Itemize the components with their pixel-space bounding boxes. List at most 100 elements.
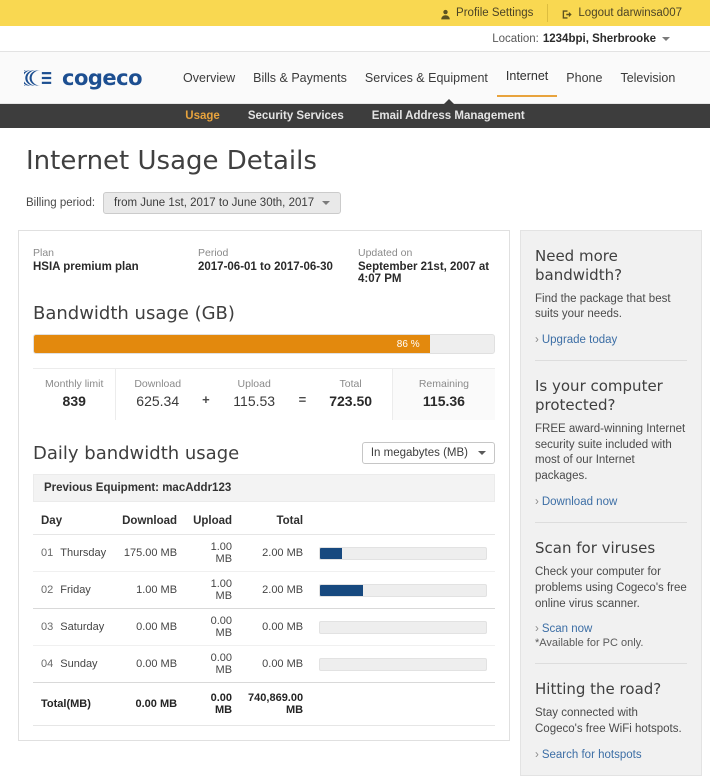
- subnav-item-email-address-management[interactable]: Email Address Management: [358, 110, 539, 122]
- cell-bar: [311, 534, 495, 572]
- cell-day: 02 Friday: [33, 571, 115, 609]
- nav-item-phone[interactable]: Phone: [557, 61, 611, 95]
- chevron-right-icon: ›: [535, 748, 539, 761]
- usage-summary: Plan HSIA premium plan Period 2017-06-01…: [19, 231, 509, 420]
- cogeco-logo-mark: [16, 68, 58, 88]
- unit-select[interactable]: In megabytes (MB): [361, 442, 495, 464]
- billing-period-row: Billing period: from June 1st, 2017 to J…: [26, 192, 710, 214]
- fact-updated: Updated on September 21st, 2007 at 4:07 …: [358, 247, 495, 285]
- cell-download: 175.00 MB: [114, 534, 186, 572]
- usage-bar-track: [319, 583, 487, 597]
- page-title: Internet Usage Details: [26, 146, 317, 176]
- chevron-down-icon: [322, 201, 331, 205]
- period-label: Period: [198, 247, 229, 259]
- promo-link-search-for-hotspots[interactable]: › Search for hotspots: [535, 749, 642, 761]
- content-area: Plan HSIA premium plan Period 2017-06-01…: [0, 214, 710, 776]
- cell-download: 0.00 MB: [114, 608, 186, 646]
- cogeco-logo[interactable]: cogeco: [16, 66, 143, 90]
- table-row: 03 Saturday 0.00 MB 0.00 MB 0.00 MB: [33, 608, 495, 646]
- cell-day: 01 Thursday: [33, 534, 115, 572]
- cell-total-total: 740,869.00 MB: [240, 682, 312, 726]
- promo-body: Check your computer for problems using C…: [535, 565, 687, 610]
- stat-upload: Upload 115.53: [213, 369, 295, 420]
- stat-value: 115.53: [233, 393, 276, 409]
- sub-navigation: Usage Security Services Email Address Ma…: [0, 99, 710, 128]
- nav-item-television[interactable]: Television: [611, 61, 684, 95]
- stat-total: Total 723.50: [309, 369, 393, 420]
- col-day: Day: [33, 508, 115, 535]
- usage-bar-track: [319, 620, 487, 634]
- usage-bar-fill: [320, 547, 342, 559]
- cell-bar-empty: [311, 682, 495, 726]
- table-row: 01 Thursday 175.00 MB 1.00 MB 2.00 MB: [33, 534, 495, 572]
- daily-bandwidth-title: Daily bandwidth usage: [33, 442, 240, 464]
- usage-bar-track: [319, 546, 487, 560]
- table-header-row: Day Download Upload Total: [33, 508, 495, 535]
- promo-link-download-now[interactable]: › Download now: [535, 496, 617, 508]
- bandwidth-progress-label: 86 %: [396, 338, 420, 350]
- promo-title: Need more bandwidth?: [535, 247, 623, 284]
- chevron-down-icon[interactable]: [662, 36, 670, 41]
- nav-item-overview[interactable]: Overview: [174, 61, 244, 95]
- col-upload: Upload: [185, 508, 241, 535]
- cell-download: 0.00 MB: [114, 645, 186, 683]
- chevron-right-icon: ›: [535, 496, 539, 509]
- cell-bar: [311, 645, 495, 683]
- day-name: Saturday: [60, 621, 105, 633]
- cell-total-download: 0.00 MB: [114, 682, 186, 726]
- nav-item-bills-payments[interactable]: Bills & Payments: [244, 61, 356, 95]
- unit-select-value: In megabytes (MB): [370, 447, 468, 459]
- day-number: 01: [41, 547, 54, 559]
- location-value[interactable]: 1234bpi, Sherbrooke: [543, 33, 656, 45]
- cell-upload: 1.00 MB: [185, 534, 241, 572]
- cell-total: 2.00 MB: [240, 534, 312, 572]
- main-navigation: cogeco Overview Bills & Payments Service…: [0, 52, 710, 104]
- promo-link-label: Scan now: [541, 623, 593, 636]
- usage-panel: Plan HSIA premium plan Period 2017-06-01…: [18, 230, 510, 741]
- cell-bar: [311, 571, 495, 609]
- cell-day: 03 Saturday: [33, 608, 115, 646]
- subnav-item-security-services[interactable]: Security Services: [234, 110, 358, 122]
- billing-period-value: from June 1st, 2017 to June 30th, 2017: [114, 197, 315, 209]
- usage-stats-row: Monthly limit 839 Download 625.34 + Uplo…: [33, 368, 495, 420]
- cell-total-label: Total(MB): [33, 682, 115, 726]
- subnav-item-usage[interactable]: Usage: [171, 110, 234, 122]
- promo-link-label: Download now: [541, 496, 618, 509]
- usage-bar-fill: [320, 584, 364, 596]
- promo-link-upgrade-today[interactable]: › Upgrade today: [535, 334, 617, 346]
- table-row: 02 Friday 1.00 MB 1.00 MB 2.00 MB: [33, 571, 495, 609]
- day-number: 04: [41, 658, 54, 670]
- promo-link-scan-now[interactable]: › Scan now: [535, 623, 592, 635]
- utility-bar: Profile Settings Logout darwinsa007: [0, 0, 710, 26]
- stat-remaining: Remaining 115.36: [392, 369, 495, 420]
- table-row: 04 Sunday 0.00 MB 0.00 MB 0.00 MB: [33, 645, 495, 683]
- operator-equals: =: [298, 392, 307, 407]
- promo-title: Scan for viruses: [535, 539, 656, 558]
- promo-hitting-the-road: Hitting the road? Stay connected with Co…: [535, 664, 687, 774]
- period-value: 2017-06-01 to 2017-06-30: [198, 261, 333, 273]
- updated-label: Updated on: [358, 247, 413, 259]
- person-icon: [440, 8, 451, 19]
- billing-period-select[interactable]: from June 1st, 2017 to June 30th, 2017: [103, 192, 342, 214]
- profile-settings-link[interactable]: Profile Settings: [426, 4, 547, 22]
- updated-value: September 21st, 2007 at 4:07 PM: [358, 261, 490, 285]
- fact-period: Period 2017-06-01 to 2017-06-30: [198, 247, 358, 285]
- logout-link[interactable]: Logout darwinsa007: [548, 4, 696, 22]
- stat-monthly-limit: Monthly limit 839: [33, 369, 117, 420]
- daily-usage-table: Day Download Upload Total 01 Thursday 175…: [33, 508, 495, 726]
- fact-plan: Plan HSIA premium plan: [33, 247, 198, 285]
- cell-upload: 0.00 MB: [185, 608, 241, 646]
- stat-label: Monthly limit: [45, 378, 104, 390]
- daily-header: Daily bandwidth usage In megabytes (MB): [33, 442, 495, 464]
- logout-label: Logout darwinsa007: [578, 7, 682, 19]
- nav-item-services-equipment[interactable]: Services & Equipment: [356, 61, 497, 95]
- page-header: Internet Usage Details Billing period: f…: [0, 128, 710, 214]
- chevron-down-icon: [478, 451, 486, 455]
- stat-label: Download: [134, 378, 182, 390]
- nav-item-internet[interactable]: Internet: [496, 59, 558, 97]
- cell-upload: 0.00 MB: [185, 645, 241, 683]
- cell-upload: 1.00 MB: [185, 571, 241, 609]
- chevron-right-icon: ›: [535, 623, 539, 636]
- bandwidth-usage-title: Bandwidth usage (GB): [33, 303, 235, 324]
- equipment-banner: Previous Equipment: macAddr123: [33, 474, 495, 502]
